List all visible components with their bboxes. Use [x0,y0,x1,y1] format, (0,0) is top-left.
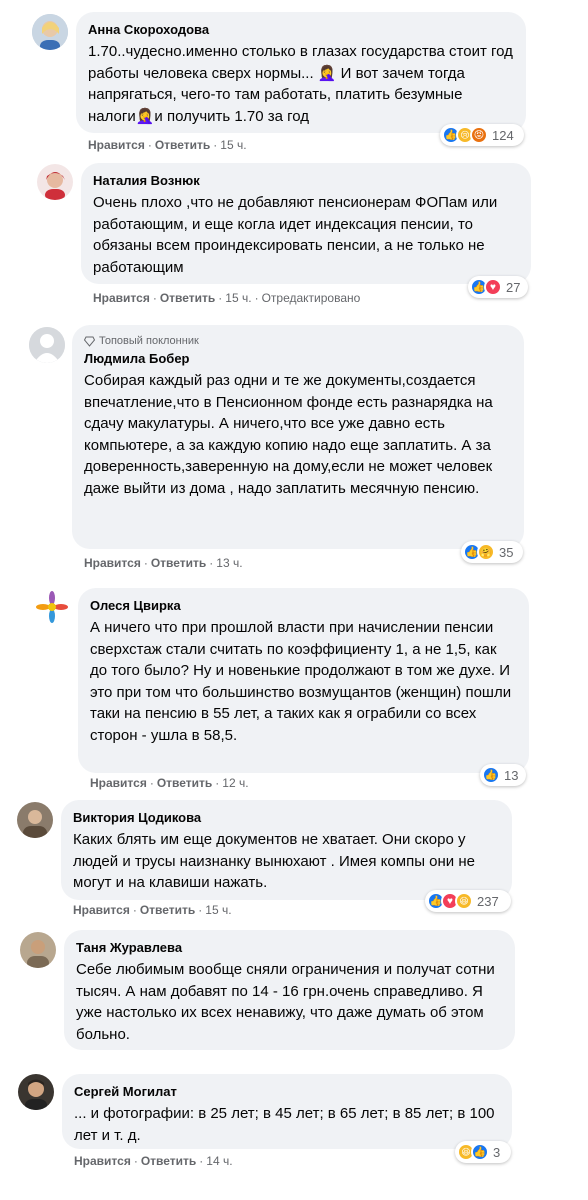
comment-actions: Нравится · Ответить · 12 ч. [90,776,249,790]
comment-text: А ничего что при прошлой власти при начи… [90,619,516,744]
comment-author[interactable]: Анна Скороходова [88,21,514,38]
comment-text: Каких блять им еще документов не хватает… [73,831,480,891]
reactions-summary[interactable]: 👍 ♥ 27 [468,276,528,298]
reply-link[interactable]: Ответить [151,556,206,570]
comment-author[interactable]: Таня Журавлева [76,939,503,956]
comment-bubble: Топовый поклонник Людмила Бобер Собирая … [72,325,524,549]
like-link[interactable]: Нравится [84,556,141,570]
reactions-summary[interactable]: 😆 👍 3 [455,1141,511,1163]
comment-author[interactable]: Олеся Цвирка [90,597,517,614]
avatar[interactable] [18,1074,54,1110]
like-link[interactable]: Нравится [88,138,145,152]
reply-link[interactable]: Ответить [157,776,212,790]
flower-logo-icon [34,589,70,625]
timestamp[interactable]: 15 ч. [225,291,251,305]
reply-link[interactable]: Ответить [140,903,195,917]
reactions-summary[interactable]: 👍 😢 😡 124 [440,124,524,146]
reply-link[interactable]: Ответить [160,291,215,305]
edited-label: Отредактировано [261,291,361,305]
reply-link[interactable]: Ответить [155,138,210,152]
reply-link[interactable]: Ответить [141,1154,196,1168]
avatar[interactable] [17,802,53,838]
timestamp[interactable]: 14 ч. [206,1154,232,1168]
comment-text: ... и фотографии: в 25 лет; в 45 лет; в … [74,1105,499,1144]
top-fan-badge: Топовый поклонник [84,334,512,348]
reaction-count: 237 [477,893,499,909]
badge-label: Топовый поклонник [99,335,199,347]
reaction-count: 124 [492,127,514,143]
comment-author[interactable]: Людмила Бобер [84,350,512,367]
timestamp[interactable]: 15 ч. [205,903,231,917]
comment-actions: Нравится · Ответить · 14 ч. [74,1154,233,1168]
reactions-summary[interactable]: 👍 🤗 35 [461,541,523,563]
comment-actions: Нравится · Ответить · 15 ч. · Отредактировано [93,291,361,305]
timestamp[interactable]: 12 ч. [222,776,248,790]
comment-actions: Нравится · Ответить · 15 ч. [73,903,232,917]
reactions-summary[interactable]: 👍 13 [480,764,526,786]
comment-bubble: Анна Скороходова 1.70..чудесно.именно ст… [76,12,526,133]
comment-author[interactable]: Сергей Могилат [74,1083,500,1100]
comment-text: 1.70..чудесно.именно столько в глазах го… [88,43,518,125]
love-reaction-icon: ♥ [484,278,502,296]
like-link[interactable]: Нравится [90,776,147,790]
care-reaction-icon: 🤗 [477,543,495,561]
reaction-count: 3 [493,1144,501,1160]
comment-bubble: Таня Журавлева Себе любимым вообще сняли… [64,930,515,1050]
avatar[interactable] [29,327,65,363]
haha-reaction-icon: 😆 [455,892,473,910]
like-link[interactable]: Нравится [93,291,150,305]
comment-author[interactable]: Наталия Вознюк [93,172,519,189]
avatar-photo [18,1074,54,1110]
comment-bubble: Наталия Вознюк Очень плохо ,что не добав… [81,163,531,284]
avatar[interactable] [34,589,70,625]
reaction-count: 35 [499,544,514,560]
avatar-photo [32,14,68,50]
comment-actions: Нравится · Ответить · 15 ч. [88,138,247,152]
timestamp[interactable]: 13 ч. [216,556,242,570]
timestamp[interactable]: 15 ч. [220,138,246,152]
default-avatar-icon [29,327,65,363]
avatar-photo [17,802,53,838]
comment-text: Очень плохо ,что не добавляют пенсионера… [93,194,502,276]
comment-bubble: Виктория Цодикова Каких блять им еще док… [61,800,512,900]
comment-text: Собирая каждый раз одни и те же документ… [84,372,497,497]
avatar-photo [37,164,73,200]
angry-reaction-icon: 😡 [470,126,488,144]
reaction-count: 13 [504,767,519,783]
diamond-icon [84,336,95,347]
like-link[interactable]: Нравится [74,1154,131,1168]
comment-bubble: Сергей Могилат ... и фотографии: в 25 ле… [62,1074,512,1149]
comment-text: Себе любимым вообще сняли ограничения и … [76,961,499,1043]
like-reaction-icon: 👍 [471,1143,489,1161]
comment-author[interactable]: Виктория Цодикова [73,809,500,826]
like-reaction-icon: 👍 [482,766,500,784]
reactions-summary[interactable]: 👍 ♥ 😆 237 [425,890,511,912]
comment-actions: Нравится · Ответить · 13 ч. [84,556,243,570]
avatar[interactable] [20,932,56,968]
avatar[interactable] [37,164,73,200]
comment-bubble: Олеся Цвирка А ничего что при прошлой вл… [78,588,529,773]
avatar[interactable] [32,14,68,50]
reaction-count: 27 [506,279,521,295]
like-link[interactable]: Нравится [73,903,130,917]
avatar-photo [20,932,56,968]
